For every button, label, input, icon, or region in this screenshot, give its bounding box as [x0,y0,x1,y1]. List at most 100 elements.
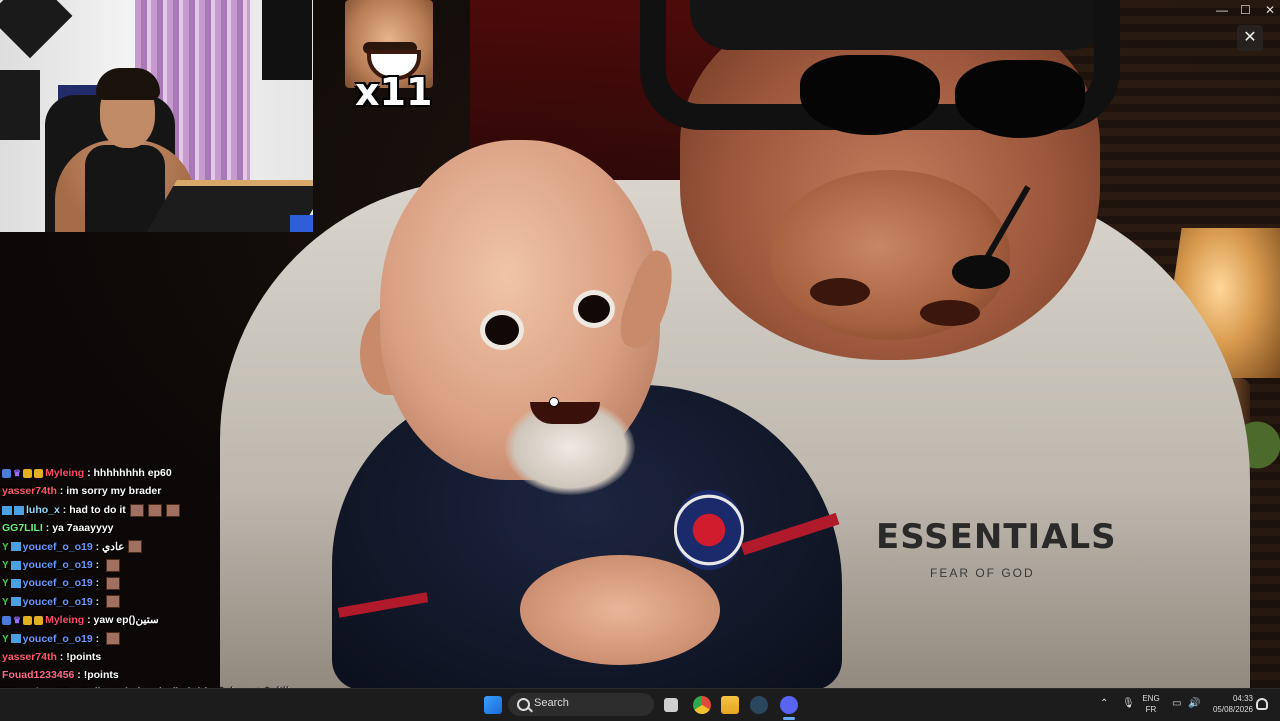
chat-message: yasser74th : !points [2,648,522,666]
search-label: Search [534,697,569,709]
shirt-brand: ESSENTIALS [876,517,1117,557]
chat-separator: : [42,522,53,535]
club-crest [674,490,744,570]
gift-badge-icon [34,615,44,625]
chat-message: ♛ Myleing : yaw ep()ستين [2,611,522,629]
microphone-icon[interactable]: 🎙 [1122,698,1135,709]
chat-username[interactable]: GG7LILI [2,522,43,534]
chevron-up-icon[interactable]: ⌃ [1100,698,1108,709]
overlay-close-button[interactable]: ✕ [1237,25,1263,51]
lang-secondary: FR [1145,705,1157,714]
windows-start-icon[interactable] [484,696,502,714]
chat-emote [128,540,143,554]
chat-emote [106,632,121,646]
chat-message: Yyoucef_o_o19 : [2,574,522,592]
chat-username[interactable]: Myleing [45,467,84,479]
sunglasses-left-lens [800,55,940,135]
chat-text: had to do it [69,503,126,516]
microphone [952,255,1010,289]
subscriber-badge-icon [10,542,21,552]
chat-message: Yyoucef_o_o19 : [2,593,522,611]
notification-icon[interactable] [1256,698,1268,710]
chat-username[interactable]: luho_x [26,504,60,516]
subscriber-badge-icon [10,579,21,589]
chat-emote [106,558,121,572]
chat-message: Yyoucef_o_o19 : [2,630,522,648]
chat-separator: : [84,614,94,627]
chat-text: im sorry my brader [66,485,162,498]
lang-primary: ENG [1142,694,1160,703]
chat-username[interactable]: Fouad1233456 [2,669,74,681]
chat-username[interactable]: youcef_o_o19 [23,633,93,645]
chat-separator: : [56,650,67,663]
mouse-cursor [549,397,559,407]
subscriber-badge-icon [10,597,21,607]
gift-badge-icon [23,468,33,478]
tier-badge-icon: Y [2,633,9,645]
subscriber-badge-icon [10,560,21,570]
chat-separator: : [92,540,103,553]
streamer-hair [96,68,160,100]
chat-separator: : [59,503,70,516]
chat-separator: : [56,485,67,498]
chat-text: hhhhhhhh ep60 [93,467,172,479]
file-explorer-icon[interactable] [721,696,739,714]
chat-separator: : [84,467,94,479]
prime-badge-icon: ♛ [13,468,22,478]
smile [530,402,600,424]
steam-icon[interactable] [750,696,768,714]
acoustic-panel [0,0,73,59]
webcam-overlay [0,0,313,232]
blue-light [290,215,313,232]
emote-counter: x11 [355,70,433,114]
chat-text: عادي [102,540,125,553]
chrome-icon[interactable] [693,696,711,714]
chat-username[interactable]: yasser74th [2,651,57,663]
chat-emote [129,503,144,517]
chat-username[interactable]: Myleing [45,614,84,626]
chat-message: yasser74th : im sorry my brader [2,482,522,500]
chat-text: yaw ep()ستين [93,614,159,627]
volume-icon[interactable]: 🔊 [1188,698,1200,709]
chat-message: luho_x : had to do it [2,501,522,519]
verified-badge-icon [2,468,11,478]
chat-separator: : [74,669,84,682]
task-view-icon[interactable] [664,698,678,712]
clock-date: 05/08/2026 [1212,705,1253,714]
minimize-button[interactable]: — [1216,3,1228,17]
chat-username[interactable]: youcef_o_o19 [23,596,93,608]
verified-badge-icon [2,615,11,625]
chat-message: Fouad1233456 : !points [2,666,522,684]
taskbar-search[interactable]: Search [508,693,654,716]
chat-emote [106,577,121,591]
eye-right [578,295,610,323]
chat-username[interactable]: youcef_o_o19 [23,577,93,589]
chat-username[interactable]: yasser74th [2,485,57,497]
chat-message: ♛ Myleing : hhhhhhhh ep60 [2,464,522,482]
shirt-sub-text: FEAR OF GOD [930,566,1035,580]
chat-text: ya 7aaayyyy [52,522,114,535]
chat-message: Yyoucef_o_o19 : عادي [2,538,522,556]
subscriber-badge-icon [10,634,21,644]
chat-message: Yyoucef_o_o19 : [2,556,522,574]
clock[interactable]: 04:33 05/08/2026 [1205,693,1253,715]
tier-badge-icon: Y [2,541,9,553]
network-icon[interactable]: ▭ [1172,698,1181,709]
gift-badge-icon [23,615,33,625]
tier-badge-icon: Y [2,559,9,571]
chat-username[interactable]: youcef_o_o19 [23,559,93,571]
discord-icon[interactable] [780,696,798,714]
language-indicator[interactable]: ENG FR [1140,693,1162,715]
chat-username[interactable]: youcef_o_o19 [23,541,93,553]
window-close-button[interactable]: ✕ [1265,3,1275,17]
tier-badge-icon: Y [2,596,9,608]
taskbar: Search ⌃ 🎙 ENG FR ▭ 🔊 04:33 05/08/2026 [0,688,1280,721]
chat-separator: : [92,577,103,590]
prime-badge-icon: ♛ [13,615,22,626]
maximize-button[interactable]: ☐ [1240,3,1251,17]
search-icon [517,698,530,711]
chat-emote [165,503,180,517]
subscriber-badge-icon [2,505,12,515]
tier-badge-icon: Y [2,578,9,590]
chat-text: !points [83,669,119,682]
